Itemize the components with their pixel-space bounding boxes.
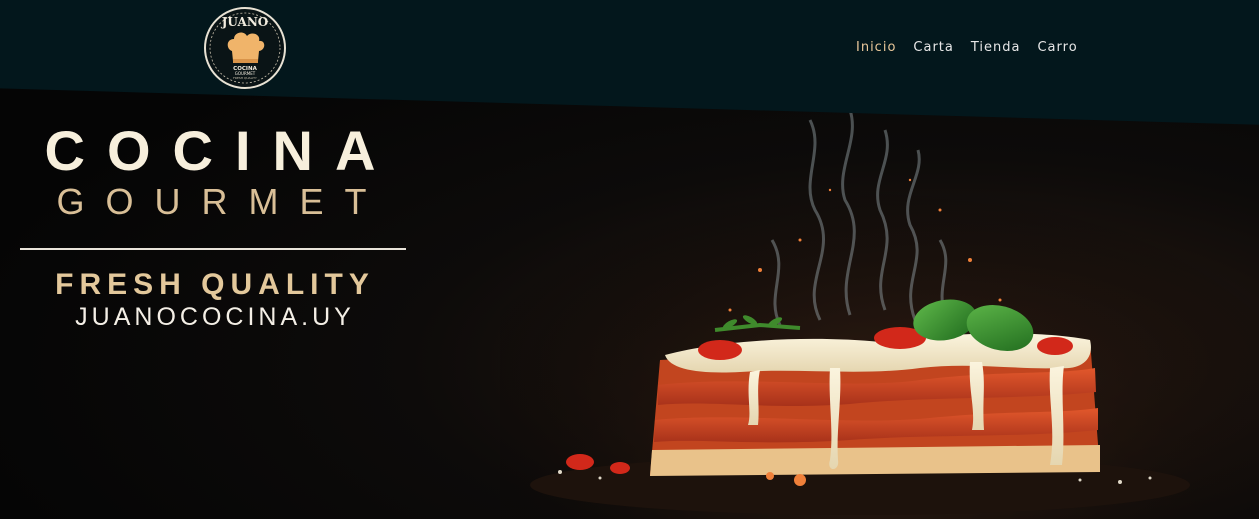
hero-website: JUANOCOCINA.UY — [75, 303, 355, 331]
hero-food-image — [500, 100, 1259, 519]
brand-logo[interactable]: JUANO COCINA GOURMET FRESH QUALITY — [204, 7, 286, 89]
main-nav: Inicio Carta Tienda Carro — [856, 40, 1078, 55]
page: JUANO COCINA GOURMET FRESH QUALITY Inici… — [0, 0, 1259, 519]
nav-item-carta[interactable]: Carta — [913, 40, 953, 55]
chef-hat-icon: JUANO COCINA GOURMET FRESH QUALITY — [209, 12, 281, 84]
logo-brand-name: JUANO — [221, 15, 269, 29]
hero-tagline: FRESH QUALITY — [55, 268, 375, 301]
logo-line3: FRESH QUALITY — [233, 76, 257, 80]
nav-item-inicio[interactable]: Inicio — [856, 40, 896, 55]
hero-divider — [20, 248, 406, 250]
nav-item-carro[interactable]: Carro — [1037, 40, 1077, 55]
nav-item-tienda[interactable]: Tienda — [971, 40, 1021, 55]
hero-title-gourmet: GOURMET — [56, 181, 388, 222]
hero-title-block: COCINA GOURMET FRESH QUALITY JUANOCOCINA… — [20, 120, 410, 332]
hero-title-cocina: COCINA — [44, 119, 398, 182]
